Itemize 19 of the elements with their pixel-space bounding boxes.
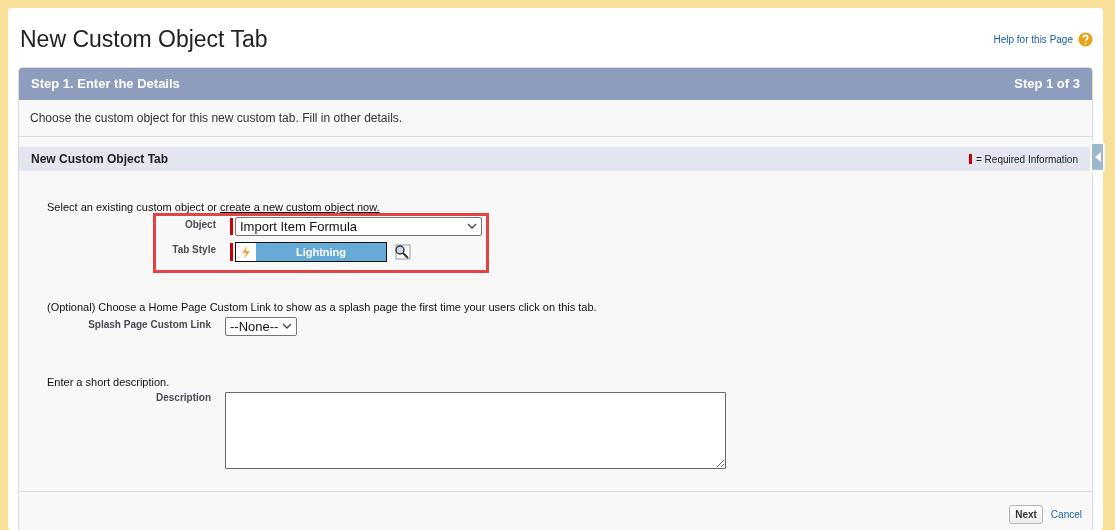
field-label: Object [183,218,216,230]
field-label: Description [155,392,211,403]
section-title: New Custom Object Tab [31,152,169,166]
object-select[interactable]: Import Item Formula [235,217,482,236]
next-button[interactable]: Next [1009,505,1043,524]
step-title: Step 1. Enter the Details [31,76,180,91]
required-legend: = Required Information [976,153,1078,165]
object-prompt: Select an existing custom object or create a new custom object now. [47,201,381,213]
splash-prompt: (Optional) Choose a Home Page Custom Link to show as a splash page the first time your users click on this tab. [47,301,598,313]
step-counter: Step 1 of 3 [1014,76,1080,91]
cancel-link[interactable]: Cancel [1050,509,1082,520]
intro-text: Choose the custom object for this new custom tab. Fill in other details. [19,100,1092,137]
page-title: New Custom Object Tab [20,26,268,53]
create-object-link[interactable]: create a new custom object now. [220,201,380,213]
field-label: Tab Style [171,243,216,255]
splash-select[interactable]: --None-- [225,317,297,336]
description-prompt: Enter a short description. [47,376,171,388]
field-label: Splash Page Custom Link [87,318,211,330]
help-link[interactable]: Help for this Page [993,32,1093,47]
